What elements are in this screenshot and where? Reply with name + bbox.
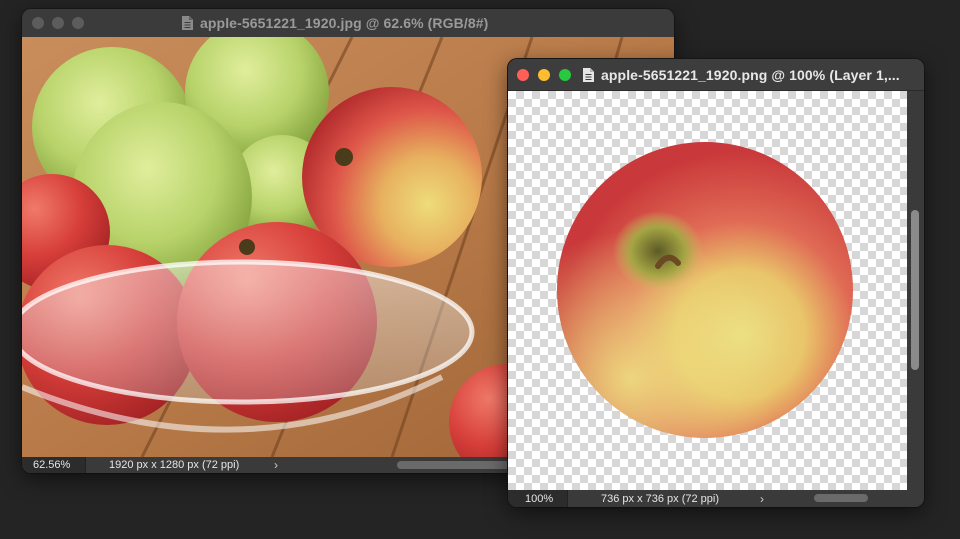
window-titlebar[interactable]: apple-5651221_1920.jpg @ 62.6% (RGB/8#): [22, 9, 674, 37]
status-menu-button[interactable]: ›: [760, 490, 774, 507]
document-dimensions-text: 1920 px x 1280 px (72 ppi): [109, 459, 240, 471]
minimize-button[interactable]: [52, 17, 64, 29]
zoom-button[interactable]: [72, 17, 84, 29]
document-dimensions-text: 736 px x 736 px (72 ppi): [601, 492, 720, 505]
window-title-text: apple-5651221_1920.png @ 100% (Layer 1,.…: [601, 67, 900, 83]
horizontal-scrollbar[interactable]: [814, 494, 868, 502]
minimize-button[interactable]: [538, 68, 550, 81]
close-button[interactable]: [32, 17, 44, 29]
zoom-level-field[interactable]: 100%: [508, 490, 568, 507]
vertical-scrollbar[interactable]: [911, 210, 919, 370]
vertical-scroll-track[interactable]: [907, 91, 924, 490]
zoom-level-field[interactable]: 62.56%: [22, 457, 86, 473]
chevron-right-icon: ›: [274, 458, 278, 472]
document-info: 736 px x 736 px (72 ppi): [601, 490, 771, 507]
chevron-right-icon: ›: [760, 491, 764, 506]
close-button[interactable]: [517, 68, 529, 81]
apple-cutout-image: [557, 142, 853, 438]
image-canvas-png[interactable]: [508, 91, 907, 490]
zoom-button[interactable]: [559, 68, 571, 81]
document-window-png[interactable]: apple-5651221_1920.png @ 100% (Layer 1,.…: [508, 59, 924, 507]
window-title: apple-5651221_1920.png @ 100% (Layer 1,.…: [583, 66, 919, 84]
document-icon: [182, 16, 193, 30]
document-info: 1920 px x 1280 px (72 ppi): [109, 457, 289, 473]
status-bar: 100% 736 px x 736 px (72 ppi) ›: [508, 490, 924, 507]
status-menu-button[interactable]: ›: [274, 457, 288, 473]
zoom-level-text: 100%: [525, 492, 554, 505]
zoom-level-text: 62.56%: [33, 459, 71, 471]
window-title-text: apple-5651221_1920.jpg @ 62.6% (RGB/8#): [200, 15, 489, 31]
window-title: apple-5651221_1920.jpg @ 62.6% (RGB/8#): [182, 15, 488, 31]
window-titlebar[interactable]: apple-5651221_1920.png @ 100% (Layer 1,.…: [508, 59, 924, 91]
document-icon: [583, 68, 594, 82]
